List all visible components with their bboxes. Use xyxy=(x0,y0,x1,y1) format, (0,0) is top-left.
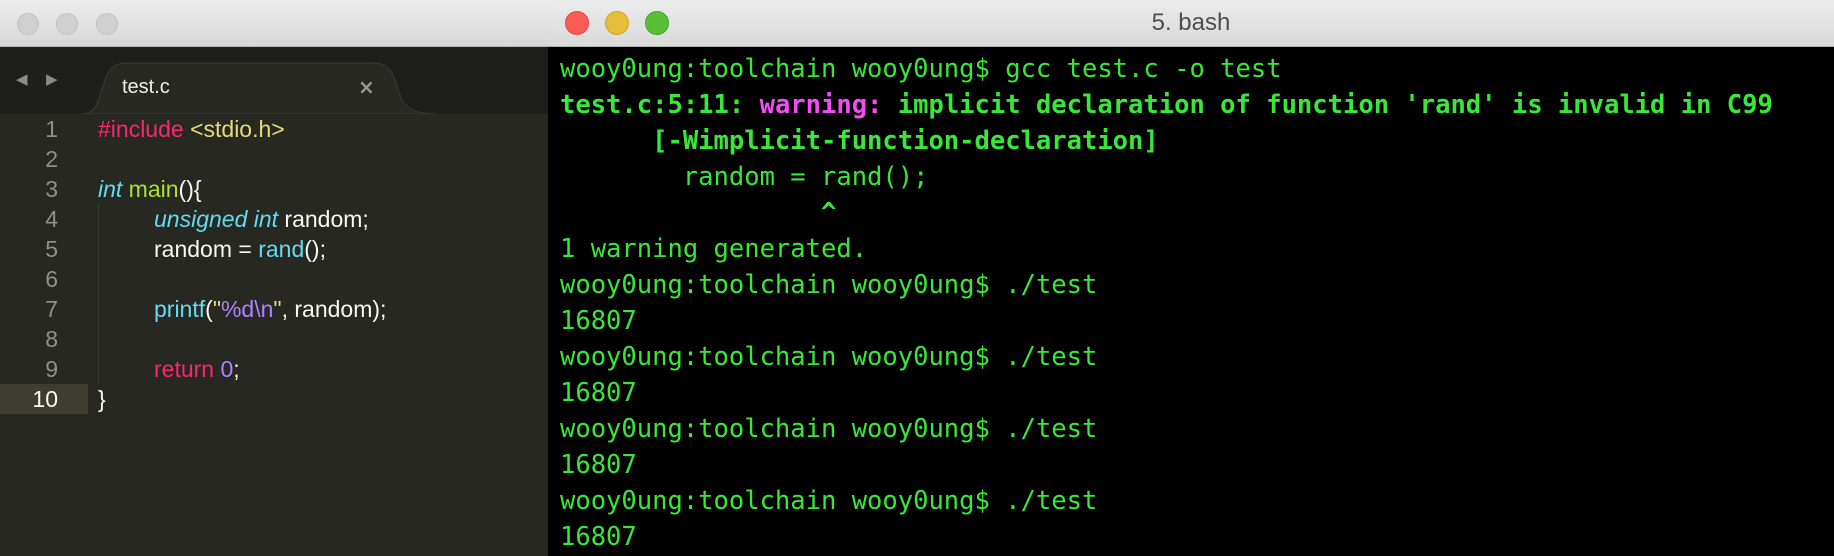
code-punct: } xyxy=(98,386,106,412)
function-call: rand xyxy=(258,236,305,262)
line-number-gutter: 1 2 3 4 5 6 7 8 9 10 xyxy=(0,114,88,556)
terminal-line: 16807 xyxy=(560,306,637,336)
line-number: 4 xyxy=(45,206,58,232)
line-number-current: 10 xyxy=(0,384,88,414)
code-line-9: return 0; xyxy=(154,354,240,384)
terminal-line: 16807 xyxy=(560,522,637,552)
terminal-line: wooy0ung:toolchain wooy0ung$ ./test xyxy=(560,486,1098,516)
string-quote: " xyxy=(212,296,221,322)
include-keyword: #include xyxy=(98,116,184,142)
code-punct: (){ xyxy=(178,176,202,202)
terminal-line: wooy0ung:toolchain wooy0ung$ ./test xyxy=(560,342,1098,372)
code-area[interactable]: #include <stdio.h> int main(){ unsigned … xyxy=(98,114,552,556)
terminal-line: wooy0ung:toolchain wooy0ung$ ./test xyxy=(560,414,1098,444)
code-text: random = xyxy=(154,236,259,262)
editor-minimize-light[interactable] xyxy=(56,13,78,35)
terminal-line-caret: ^ xyxy=(560,198,837,228)
code-line-10: } xyxy=(98,384,106,414)
terminal-line: wooy0ung:toolchain wooy0ung$ ./test xyxy=(560,270,1098,300)
line-number: 3 xyxy=(45,176,58,202)
close-button[interactable] xyxy=(565,11,589,35)
code-text: , random); xyxy=(281,296,387,322)
type-keyword: int xyxy=(247,206,279,232)
line-number: 9 xyxy=(45,356,58,382)
nav-forward-icon[interactable]: ▶ xyxy=(46,64,58,94)
function-call: printf xyxy=(154,296,206,322)
terminal-line: 16807 xyxy=(560,378,637,408)
code-line-3: int main(){ xyxy=(98,174,202,204)
minimize-button[interactable] xyxy=(605,11,629,35)
line-number: 2 xyxy=(45,146,58,172)
code-line-7: printf("%d\n", random); xyxy=(154,294,386,324)
terminal-output[interactable]: wooy0ung:toolchain wooy0ung$ gcc test.c … xyxy=(560,51,1834,556)
editor-tabbar: ◀ ▶ test.c × xyxy=(0,47,552,114)
tab-close-icon[interactable]: × xyxy=(358,61,375,114)
terminal-line: random = rand(); xyxy=(560,162,929,192)
tab-test-c[interactable]: test.c × xyxy=(82,61,437,114)
maximize-button[interactable] xyxy=(645,11,669,35)
code-line-4: unsigned int random; xyxy=(154,204,369,234)
warning-location: test.c:5:11: xyxy=(560,90,760,120)
warning-message: implicit declaration of function 'rand' … xyxy=(882,90,1773,120)
terminal-line: 16807 xyxy=(560,450,637,480)
editor-body[interactable]: 1 2 3 4 5 6 7 8 9 10 #include <stdio.h> … xyxy=(0,114,552,556)
code-line-1: #include <stdio.h> xyxy=(98,114,285,144)
code-text: random; xyxy=(278,206,369,232)
editor-titlebar xyxy=(0,0,552,47)
include-header: <stdio.h> xyxy=(183,116,285,142)
type-keyword: int xyxy=(98,176,123,202)
return-keyword: return xyxy=(154,356,215,382)
line-number: 5 xyxy=(45,236,58,262)
terminal-line: 1 warning generated. xyxy=(560,234,868,264)
warning-label: warning: xyxy=(759,90,883,120)
type-keyword: unsigned xyxy=(154,206,248,232)
line-number: 1 xyxy=(45,116,58,142)
terminal-titlebar: 5. bash xyxy=(548,0,1834,47)
tab-title: test.c xyxy=(122,76,170,98)
code-punct: ( xyxy=(205,296,213,322)
editor-window: ◀ ▶ test.c × 1 2 3 4 5 6 7 8 9 10 #inclu… xyxy=(0,0,552,556)
terminal-line: [-Wimplicit-function-declaration] xyxy=(560,126,1159,156)
terminal-line-warning: test.c:5:11: warning: implicit declarati… xyxy=(560,87,1773,123)
format-specifier: %d\n xyxy=(220,296,274,322)
code-punct: ; xyxy=(233,356,240,382)
editor-close-light[interactable] xyxy=(17,13,39,35)
nav-back-icon[interactable]: ◀ xyxy=(16,64,28,94)
number-literal: 0 xyxy=(214,356,234,382)
code-punct: (); xyxy=(304,236,326,262)
editor-maximize-light[interactable] xyxy=(96,13,118,35)
function-name: main xyxy=(122,176,179,202)
line-number: 7 xyxy=(45,296,58,322)
string-quote: " xyxy=(273,296,282,322)
line-number: 6 xyxy=(45,266,58,292)
terminal-line: wooy0ung:toolchain wooy0ung$ gcc test.c … xyxy=(560,54,1282,84)
code-line-5: random = rand(); xyxy=(154,234,326,264)
terminal-window: 5. bash wooy0ung:toolchain wooy0ung$ gcc… xyxy=(548,0,1834,556)
terminal-title: 5. bash xyxy=(1151,9,1231,36)
line-number: 8 xyxy=(45,326,58,352)
